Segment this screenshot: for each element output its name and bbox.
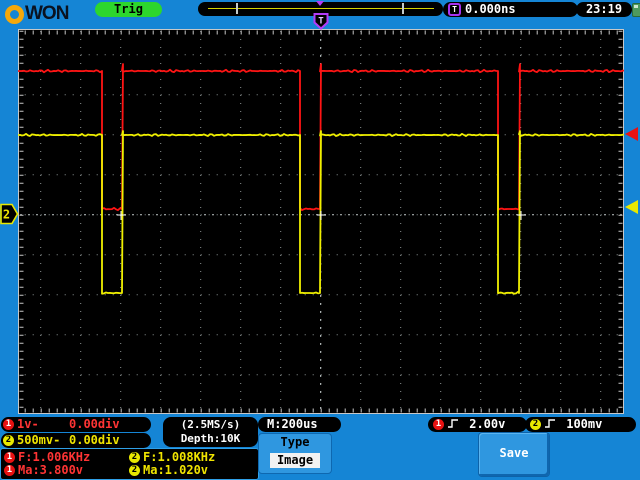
ch1-scale-readout: 1 1v- 0.00div — [1, 417, 151, 432]
memory-window-right-bracket — [402, 3, 404, 14]
ch1-number-badge: 1 — [4, 465, 15, 476]
softmenu-type-selected-option[interactable]: Image — [270, 453, 320, 468]
rising-edge-icon — [448, 419, 458, 428]
trigger-position-marker-icon — [316, 1, 324, 6]
trigger-status-badge: Trig — [95, 2, 162, 17]
memory-window-left-bracket — [236, 3, 238, 14]
ch2-number-badge: 2 — [530, 419, 541, 430]
ch2-trigger-level: 100mv — [566, 417, 603, 431]
ch1-trigger-readout: 1 2.00v — [428, 417, 527, 432]
ch2-scale-readout: 2 500mv- 0.00div — [1, 433, 151, 448]
ch2-number-badge: 2 — [129, 465, 140, 476]
ch2-trigger-level-arrow — [625, 200, 638, 214]
ch2-max-value: Ma:1.020v — [143, 463, 209, 477]
softmenu-type-title: Type — [280, 435, 310, 449]
ch1-number-badge: 1 — [433, 419, 444, 430]
ch2-volts-per-div: 500mv- — [17, 433, 61, 447]
trigger-t-badge: T — [313, 13, 329, 30]
ch1-number-badge: 1 — [4, 452, 15, 463]
rising-edge-icon — [545, 419, 555, 428]
owon-logo-text: WON — [25, 3, 69, 24]
ch1-trigger-level: 2.00v — [469, 417, 506, 431]
trigger-time-value: 0.000ns — [465, 2, 516, 16]
ch1-max-measurement: 1 Ma:3.800v — [4, 464, 83, 477]
save-button[interactable]: Save — [478, 432, 550, 477]
ch2-zero-marker: 2 — [0, 203, 19, 225]
measurement-panel: 1 F:1.006KHz 2 F:1.008KHz 1 Ma:3.800v 2 … — [0, 448, 259, 480]
ch2-frequency-value: F:1.008KHz — [143, 450, 216, 464]
usb-storage-icon — [632, 3, 640, 17]
ch2-max-measurement: 2 Ma:1.020v — [129, 464, 208, 477]
owon-logo: WON — [5, 3, 69, 25]
owon-logo-o-icon — [5, 4, 24, 24]
ch2-number-badge: 2 — [129, 452, 140, 463]
sample-rate-value: (2.5MS/s) — [180, 418, 241, 431]
clock: 23:19 — [576, 2, 632, 17]
ch2-number-badge: 2 — [3, 435, 14, 446]
ch1-number-badge: 1 — [3, 419, 14, 430]
memory-bar-line — [208, 8, 434, 9]
ch2-zero-marker-label: 2 — [3, 208, 10, 222]
ch1-max-value: Ma:3.800v — [18, 463, 84, 477]
trigger-t-icon: T — [448, 3, 461, 16]
ch2-trigger-readout: 2 100mv — [525, 417, 636, 432]
ch1-offset: 0.00div — [69, 417, 120, 431]
ch1-volts-per-div: 1v- — [17, 417, 39, 431]
trigger-time-readout: T 0.000ns — [443, 2, 578, 17]
ch2-offset: 0.00div — [69, 433, 120, 447]
waveform-display — [18, 29, 624, 414]
memory-depth-value: Depth:10K — [180, 432, 241, 445]
sample-rate-readout: (2.5MS/s) Depth:10K — [163, 417, 258, 447]
ch1-trigger-level-arrow — [625, 127, 638, 141]
trigger-t-badge-label: T — [318, 17, 324, 27]
timebase-readout: M:200us — [258, 417, 341, 432]
ch1-frequency-value: F:1.006KHz — [18, 450, 91, 464]
softmenu-type[interactable]: Type Image — [258, 433, 332, 474]
